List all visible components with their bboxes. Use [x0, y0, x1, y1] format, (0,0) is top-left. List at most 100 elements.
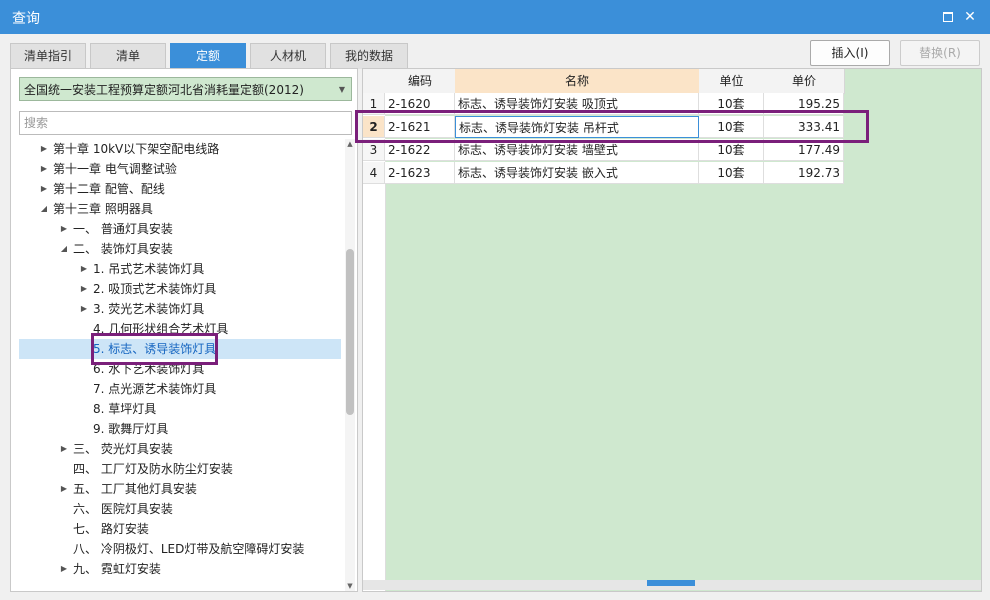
quota-library-value: 全国统一安装工程预算定额河北省消耗量定额(2012)	[24, 83, 304, 97]
collapsed-arrow-icon[interactable]: ▶	[39, 159, 49, 179]
tree-node-label: 第十三章 照明器具	[53, 202, 153, 216]
tree-node-label: 第十二章 配管、配线	[53, 182, 165, 196]
tree-node[interactable]: ▶ 三、 荧光灯具安装	[19, 439, 341, 459]
tree-node-label: 4. 几何形状组合艺术灯具	[93, 322, 229, 336]
tree-node[interactable]: ▶ 五、 工厂其他灯具安装	[19, 479, 341, 499]
close-button[interactable]: ✕	[962, 9, 978, 25]
grid-horizontal-scrollbar[interactable]	[363, 580, 981, 590]
grid-corner	[363, 69, 386, 94]
row-number[interactable]: 1	[363, 93, 385, 115]
tree-node[interactable]: ▶ 第十一章 电气调整试验	[19, 159, 341, 179]
cell-code[interactable]: 2-1621	[385, 116, 455, 138]
tree-node-label: 三、 荧光灯具安装	[73, 442, 173, 456]
collapsed-arrow-icon[interactable]: ▶	[79, 279, 89, 299]
tree-node[interactable]: 8. 草坪灯具	[19, 399, 341, 419]
tab-quota[interactable]: 定额	[170, 43, 246, 69]
cell-code[interactable]: 2-1620	[385, 93, 455, 115]
cell-unit[interactable]: 10套	[699, 162, 764, 184]
tree-node-label: 7. 点光源艺术装饰灯具	[93, 382, 217, 396]
tree-node[interactable]: 四、 工厂灯及防水防尘灯安装	[19, 459, 341, 479]
tree-node-label: 6. 水下艺术装饰灯具	[93, 362, 205, 376]
tree-node-label: 第十一章 电气调整试验	[53, 162, 177, 176]
cell-code[interactable]: 2-1622	[385, 139, 455, 161]
tree-node-label: 3. 荧光艺术装饰灯具	[93, 302, 205, 316]
cell-price[interactable]: 177.49	[764, 139, 844, 161]
collapsed-arrow-icon[interactable]: ▶	[59, 559, 69, 579]
collapsed-arrow-icon[interactable]: ▶	[79, 299, 89, 319]
tree-node[interactable]: ▶ 3. 荧光艺术装饰灯具	[19, 299, 341, 319]
cell-code[interactable]: 2-1623	[385, 162, 455, 184]
tree-node[interactable]: 六、 医院灯具安装	[19, 499, 341, 519]
grid-header-code[interactable]: 编码	[385, 69, 456, 94]
tree-node-label: 8. 草坪灯具	[93, 402, 157, 416]
collapsed-arrow-icon[interactable]: ▶	[79, 259, 89, 279]
tree-scroll-thumb[interactable]	[346, 249, 354, 415]
maximize-button[interactable]	[940, 9, 956, 25]
tree-node[interactable]: ▶ 第十章 10kV以下架空配电线路	[19, 139, 341, 159]
replace-button[interactable]: 替换(R)	[900, 40, 980, 66]
tree-node[interactable]: 9. 歌舞厅灯具	[19, 419, 341, 439]
close-icon: ✕	[964, 9, 976, 25]
collapsed-arrow-icon[interactable]: ▶	[59, 439, 69, 459]
tree-node[interactable]: 6. 水下艺术装饰灯具	[19, 359, 341, 379]
cell-name[interactable]: 标志、诱导装饰灯安装 吸顶式	[455, 93, 699, 115]
tree-node[interactable]: 4. 几何形状组合艺术灯具	[19, 319, 341, 339]
tab-bill[interactable]: 清单	[90, 43, 166, 69]
title-bar: 查询 ✕	[0, 0, 990, 34]
search-input[interactable]	[19, 111, 352, 135]
dropdown-arrow-icon: ▼	[338, 85, 345, 94]
insert-button[interactable]: 插入(I)	[810, 40, 890, 66]
tree-node[interactable]: 七、 路灯安装	[19, 519, 341, 539]
grid-header-price[interactable]: 单价	[764, 69, 845, 94]
expanded-arrow-icon[interactable]: ◢	[39, 199, 49, 219]
grid-header-name[interactable]: 名称	[455, 69, 700, 94]
grid-header-unit[interactable]: 单位	[699, 69, 765, 94]
cell-name[interactable]: 标志、诱导装饰灯安装 嵌入式	[455, 162, 699, 184]
maximize-icon	[943, 12, 953, 22]
cell-name[interactable]: 标志、诱导装饰灯安装 吊杆式	[455, 116, 699, 138]
tree-node-label: 9. 歌舞厅灯具	[93, 422, 169, 436]
tab-bill-guide[interactable]: 清单指引	[10, 43, 86, 69]
tree-node-label: 1. 吊式艺术装饰灯具	[93, 262, 205, 276]
collapsed-arrow-icon[interactable]: ▶	[39, 179, 49, 199]
cell-price[interactable]: 195.25	[764, 93, 844, 115]
collapsed-arrow-icon[interactable]: ▶	[39, 139, 49, 159]
tab-my-data[interactable]: 我的数据	[330, 43, 408, 69]
splitter-grip-icon[interactable]	[647, 580, 695, 586]
tree-node-label: 二、 装饰灯具安装	[73, 242, 173, 256]
tree-node-label: 四、 工厂灯及防水防尘灯安装	[73, 462, 233, 476]
row-number[interactable]: 3	[363, 139, 385, 161]
tree-node[interactable]: ▶ 九、 霓虹灯安装	[19, 559, 341, 579]
tree-node-label: 5. 标志、诱导装饰灯具	[93, 342, 217, 356]
tab-materials[interactable]: 人材机	[250, 43, 326, 69]
scroll-up-icon[interactable]: ▲	[345, 139, 355, 149]
tree-node-label: 第十章 10kV以下架空配电线路	[53, 142, 220, 156]
cell-unit[interactable]: 10套	[699, 116, 764, 138]
cell-price[interactable]: 192.73	[764, 162, 844, 184]
row-number[interactable]: 4	[363, 162, 385, 184]
tree-node[interactable]: ◢ 二、 装饰灯具安装	[19, 239, 341, 259]
row-number[interactable]: 2	[363, 116, 385, 138]
cell-price[interactable]: 333.41	[764, 116, 844, 138]
tree-node[interactable]: 7. 点光源艺术装饰灯具	[19, 379, 341, 399]
quota-grid: 编码 名称 单位 单价 1 2-1620 标志、诱导装饰灯安装 吸顶式 10套 195.…	[362, 68, 982, 592]
tree-scrollbar[interactable]: ▲ ▼	[345, 139, 355, 591]
cell-unit[interactable]: 10套	[699, 93, 764, 115]
quota-library-select[interactable]: 全国统一安装工程预算定额河北省消耗量定额(2012) ▼	[19, 77, 352, 101]
tree-node[interactable]: ▶ 第十二章 配管、配线	[19, 179, 341, 199]
collapsed-arrow-icon[interactable]: ▶	[59, 219, 69, 239]
tree-node[interactable]: 5. 标志、诱导装饰灯具	[19, 339, 341, 359]
window-title: 查询	[12, 11, 40, 27]
cell-unit[interactable]: 10套	[699, 139, 764, 161]
tree-node[interactable]: ▶ 一、 普通灯具安装	[19, 219, 341, 239]
collapsed-arrow-icon[interactable]: ▶	[59, 479, 69, 499]
tree-node-label: 一、 普通灯具安装	[73, 222, 173, 236]
tree-node[interactable]: ▶ 1. 吊式艺术装饰灯具	[19, 259, 341, 279]
expanded-arrow-icon[interactable]: ◢	[59, 239, 69, 259]
tree-node-label: 五、 工厂其他灯具安装	[73, 482, 197, 496]
tree-node[interactable]: 八、 冷阴极灯、LED灯带及航空障碍灯安装	[19, 539, 341, 559]
tree-node[interactable]: ◢ 第十三章 照明器具	[19, 199, 341, 219]
tree-node[interactable]: ▶ 2. 吸顶式艺术装饰灯具	[19, 279, 341, 299]
scroll-down-icon[interactable]: ▼	[345, 581, 355, 591]
cell-name[interactable]: 标志、诱导装饰灯安装 墙壁式	[455, 139, 699, 161]
